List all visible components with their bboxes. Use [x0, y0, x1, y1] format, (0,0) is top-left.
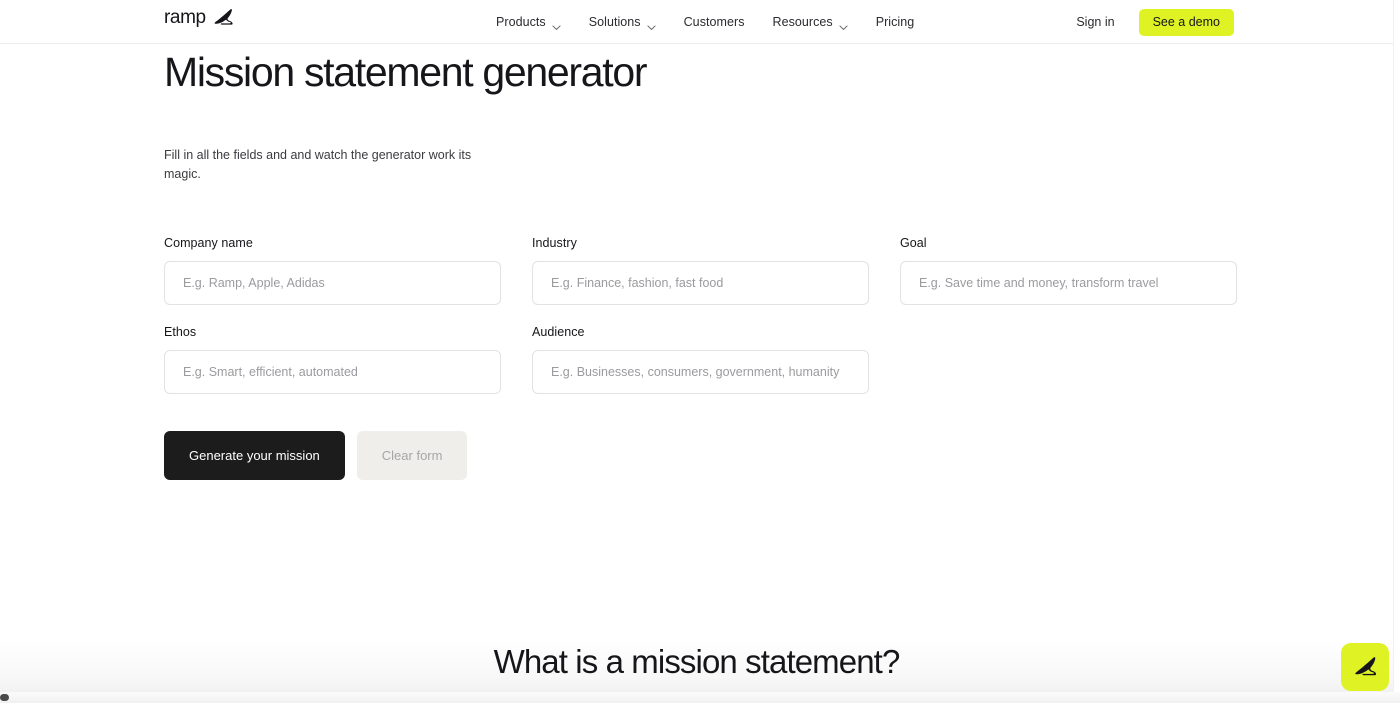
form-actions: Generate your mission Clear form	[164, 431, 1239, 480]
primary-nav: Products Solutions Customers Resources P…	[496, 0, 914, 44]
mission-generator-form: Company name Industry Goal Ethos	[164, 236, 1239, 480]
section-heading: What is a mission statement?	[493, 643, 901, 680]
field-audience: Audience	[532, 325, 869, 394]
what-is-section: What is a mission statement?	[0, 595, 1393, 703]
field-goal: Goal	[900, 236, 1237, 305]
field-label: Audience	[532, 325, 585, 339]
audience-input[interactable]	[532, 350, 869, 394]
form-row-2: Ethos Audience	[164, 325, 1239, 394]
company-name-input[interactable]	[164, 261, 501, 305]
vertical-scrollbar[interactable]	[1393, 0, 1400, 692]
ramp-wedge-icon	[1353, 656, 1377, 678]
brand-logo[interactable]: ramp	[164, 8, 233, 27]
chevron-down-icon	[839, 19, 848, 30]
ramp-wedge-icon	[213, 8, 233, 27]
nav-item-pricing[interactable]: Pricing	[876, 15, 915, 29]
horizontal-scrollbar-thumb[interactable]	[0, 694, 9, 701]
header-actions: Sign in See a demo	[1076, 0, 1234, 44]
field-ethos: Ethos	[164, 325, 501, 394]
clear-form-button[interactable]: Clear form	[356, 431, 468, 480]
site-header: ramp Products Solutions Customers Resour…	[0, 0, 1393, 44]
nav-item-label: Pricing	[875, 15, 915, 29]
chevron-down-icon	[552, 19, 561, 30]
horizontal-scrollbar[interactable]	[0, 692, 1400, 703]
form-row-1: Company name Industry Goal	[164, 236, 1239, 305]
brand-name: ramp	[164, 7, 206, 28]
nav-item-label: Resources	[772, 15, 833, 29]
nav-item-solutions[interactable]: Solutions	[588, 15, 656, 30]
field-label: Goal	[900, 236, 927, 250]
page-root: ramp Products Solutions Customers Resour…	[0, 0, 1400, 703]
field-industry: Industry	[532, 236, 869, 305]
ethos-input[interactable]	[164, 350, 501, 394]
nav-item-label: Customers	[683, 15, 745, 29]
nav-item-resources[interactable]: Resources	[772, 15, 848, 30]
industry-input[interactable]	[532, 261, 869, 305]
nav-item-label: Products	[496, 15, 546, 29]
main-content: Mission statement generator Fill in all …	[0, 44, 1393, 703]
generate-mission-button[interactable]: Generate your mission	[164, 431, 345, 480]
page-title: Mission statement generator	[164, 49, 648, 95]
nav-item-label: Solutions	[588, 15, 641, 29]
goal-input[interactable]	[900, 261, 1237, 305]
see-a-demo-button[interactable]: See a demo	[1138, 8, 1234, 36]
nav-item-products[interactable]: Products	[496, 15, 561, 30]
field-label: Industry	[532, 236, 577, 250]
sign-in-link[interactable]: Sign in	[1076, 15, 1114, 29]
field-label: Ethos	[164, 325, 197, 339]
vertical-scrollbar-thumb[interactable]	[1395, 2, 1400, 122]
chat-widget-button[interactable]	[1341, 643, 1389, 691]
nav-item-customers[interactable]: Customers	[684, 15, 745, 29]
field-label: Company name	[164, 236, 253, 250]
chevron-down-icon	[647, 19, 656, 30]
field-company-name: Company name	[164, 236, 501, 305]
page-subtitle: Fill in all the fields and and watch the…	[164, 148, 472, 181]
